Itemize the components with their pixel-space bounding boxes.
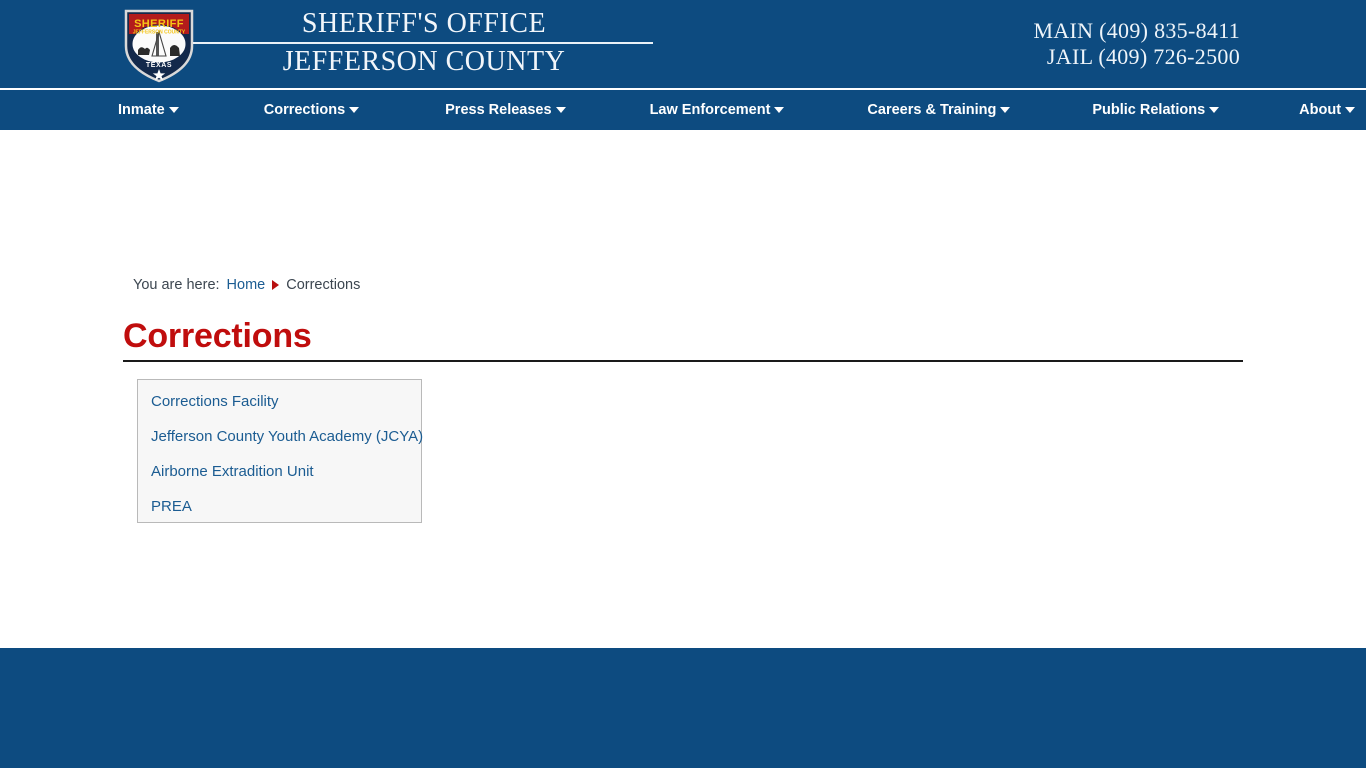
title-divider — [193, 42, 653, 44]
caret-right-icon — [272, 280, 280, 290]
link-airborne-extradition-unit[interactable]: Airborne Extradition Unit — [151, 462, 421, 481]
page-title: Corrections — [123, 317, 312, 355]
nav-item-label: Corrections — [263, 102, 346, 118]
sheriff-badge-logo[interactable]: SHERIFF JEFFERSON COUNTY TEXAS — [120, 6, 198, 84]
nav-item-label: Law Enforcement — [649, 102, 771, 118]
chevron-down-icon — [1000, 107, 1011, 113]
page-title-block: Corrections — [123, 316, 1243, 362]
jail-phone-number: JAIL (409) 726-2500 — [1046, 44, 1240, 69]
breadcrumb-prefix: You are here: — [133, 277, 220, 293]
link-corrections-facility[interactable]: Corrections Facility — [151, 392, 421, 411]
link-prea[interactable]: PREA — [151, 497, 421, 516]
nav-item-label: Inmate — [118, 102, 165, 118]
breadcrumb-current: Corrections — [286, 277, 361, 293]
chevron-down-icon — [555, 107, 566, 113]
chevron-down-icon — [1345, 107, 1356, 113]
svg-text:TEXAS: TEXAS — [146, 62, 172, 69]
sheriff-badge-icon: SHERIFF JEFFERSON COUNTY TEXAS — [124, 9, 194, 83]
nav-item-corrections[interactable]: Corrections — [258, 102, 365, 118]
page-content: You are here: Home Corrections Correctio… — [0, 130, 1366, 648]
chevron-down-icon — [774, 107, 785, 113]
chevron-down-icon — [1209, 107, 1220, 113]
nav-item-label: Press Releases — [445, 102, 552, 118]
nav-item-label: Careers & Training — [867, 102, 997, 118]
header-phone-numbers: MAIN (409) 835-8411 JAIL (409) 726-2500 — [1033, 18, 1240, 70]
nav-item-law-enforcement[interactable]: Law Enforcement — [644, 102, 791, 118]
nav-item-press-releases[interactable]: Press Releases — [439, 102, 571, 118]
chevron-down-icon — [168, 107, 179, 113]
svg-text:JEFFERSON COUNTY: JEFFERSON COUNTY — [133, 30, 186, 36]
main-navigation: Inmate Corrections Press Releases Law En… — [0, 88, 1366, 130]
site-title-line2: JEFFERSON COUNTY — [282, 46, 566, 77]
site-title-block: SHERIFF'S OFFICE JEFFERSON COUNTY — [193, 8, 663, 78]
corrections-links-panel: Corrections Facility Jefferson County Yo… — [137, 379, 423, 523]
nav-item-careers-training[interactable]: Careers & Training — [861, 102, 1016, 118]
site-footer: JEFFERSON COUNTY TEXAS Jefferson County … — [0, 648, 1366, 768]
nav-item-about[interactable]: About — [1293, 102, 1361, 118]
breadcrumb: You are here: Home Corrections — [133, 277, 360, 293]
nav-item-label: Public Relations — [1092, 102, 1206, 118]
link-jefferson-county-youth-academy[interactable]: Jefferson County Youth Academy (JCYA) — [151, 427, 423, 446]
svg-text:SHERIFF: SHERIFF — [134, 18, 184, 30]
title-underline — [123, 360, 1243, 362]
nav-item-label: About — [1299, 102, 1342, 118]
nav-item-inmate[interactable]: Inmate — [112, 102, 185, 118]
nav-list: Inmate Corrections Press Releases Law En… — [0, 90, 1366, 130]
breadcrumb-link-home[interactable]: Home — [227, 277, 266, 293]
site-header: SHERIFF JEFFERSON COUNTY TEXAS SHERIFF'S… — [0, 0, 1366, 88]
site-title-line1: SHERIFF'S OFFICE — [301, 8, 547, 39]
chevron-down-icon — [349, 107, 360, 113]
main-phone-number: MAIN (409) 835-8411 — [1033, 18, 1240, 43]
nav-item-public-relations[interactable]: Public Relations — [1086, 102, 1225, 118]
